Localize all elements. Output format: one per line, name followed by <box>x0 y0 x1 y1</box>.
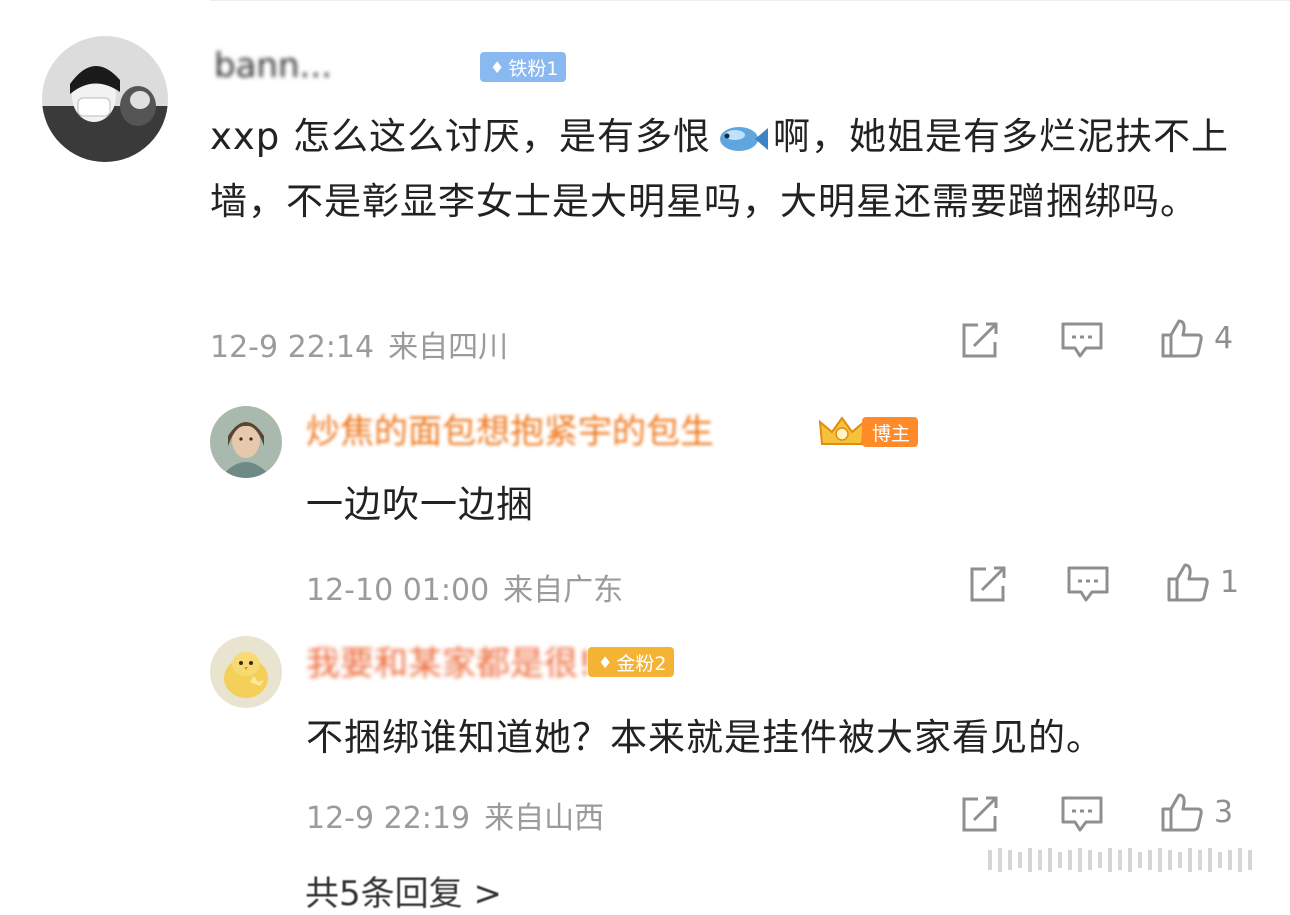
share-icon <box>962 322 998 358</box>
reply-meta: 12-10 01:00 来自广东 <box>306 565 637 609</box>
comment-icon <box>1061 322 1103 358</box>
fan-badge[interactable]: ♦ 铁粉1 <box>480 52 567 82</box>
crown-icon <box>818 416 866 445</box>
share-button[interactable] <box>958 794 1002 834</box>
reply-meta: 12-9 22:19 来自山西 <box>306 793 618 837</box>
comment-icon <box>1067 566 1109 602</box>
like-count: 3 <box>1214 794 1234 830</box>
reply-location: 来自山西 <box>484 801 605 836</box>
share-icon <box>970 566 1006 602</box>
avatar[interactable] <box>42 36 168 162</box>
reply-text: 一边吹一边捆 <box>306 483 534 526</box>
blogger-badge-label: 博主 <box>872 422 911 445</box>
like-button[interactable]: 4 <box>1160 318 1233 358</box>
username[interactable]: 我要和某家都是很! <box>306 644 592 684</box>
reply-date: 12-10 01:00 <box>306 573 490 608</box>
reply-location: 来自广东 <box>503 573 624 608</box>
comment-button[interactable] <box>1066 564 1110 604</box>
divider <box>210 0 1290 1</box>
share-button[interactable] <box>966 564 1010 604</box>
username[interactable]: 炒焦的面包想抱紧宇的包生 <box>306 412 714 452</box>
avatar[interactable] <box>210 406 282 478</box>
fan-badge[interactable]: ♦ 金粉2 <box>588 647 675 677</box>
like-count: 4 <box>1214 320 1234 356</box>
username[interactable]: bann... <box>214 46 332 86</box>
fan-badge-label: 铁粉1 <box>508 57 559 80</box>
thumbs-up-icon <box>1167 563 1209 602</box>
avatar-photo <box>42 36 168 162</box>
watermark <box>988 848 1252 872</box>
comment-location: 来自四川 <box>388 330 509 365</box>
like-count: 1 <box>1220 564 1240 600</box>
fan-badge-label: 金粉2 <box>616 652 667 675</box>
like-button[interactable]: 3 <box>1160 792 1233 832</box>
fan-badge-icon: ♦ <box>490 57 505 77</box>
comment-date: 12-9 22:14 <box>210 330 375 365</box>
like-button[interactable]: 1 <box>1166 562 1239 602</box>
reply-date: 12-9 22:19 <box>306 801 471 836</box>
blogger-badge[interactable]: 博主 <box>862 417 919 447</box>
share-button[interactable] <box>958 320 1002 360</box>
fish-emoji <box>720 126 769 151</box>
comment-text-part: xxp 怎么这么讨厌，是有多恨 <box>210 115 712 158</box>
comment-icon <box>1061 796 1103 832</box>
fan-badge-icon: ♦ <box>598 652 613 672</box>
comment-button[interactable] <box>1060 320 1104 360</box>
avatar-portrait <box>210 406 282 478</box>
avatar-chick <box>210 636 282 708</box>
thumbs-up-icon <box>1161 793 1203 832</box>
comment-button[interactable] <box>1060 794 1104 834</box>
reply-text: 不捆绑谁知道她？本来就是挂件被大家看见的。 <box>306 716 1104 759</box>
share-icon <box>962 796 998 832</box>
thumbs-up-icon <box>1161 319 1203 358</box>
comment-meta: 12-9 22:14 来自四川 <box>210 322 522 366</box>
comment-text: xxp 怎么这么讨厌，是有多恨 啊，她姐是有多烂泥扶不上墙，不是彰显李女士是大明… <box>210 104 1270 234</box>
avatar[interactable] <box>210 636 282 708</box>
